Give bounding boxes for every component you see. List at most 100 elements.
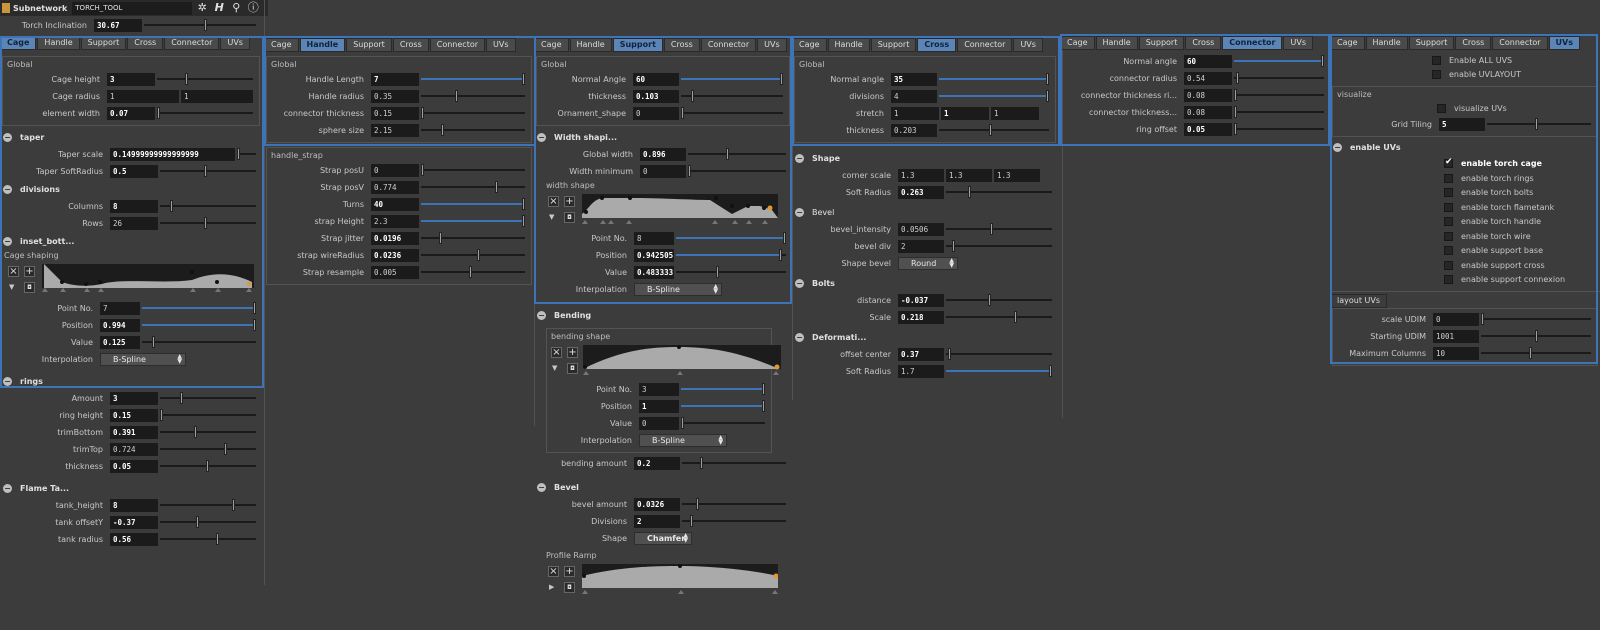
ornament-shape-field[interactable]: 0 [633, 107, 679, 120]
connector-normal-angle-field[interactable]: 60 [1184, 55, 1232, 68]
uv-enable-item[interactable]: enable torch cage [1444, 157, 1600, 172]
tab-connector[interactable]: Connector [1222, 36, 1283, 50]
collapse-icon[interactable]: − [3, 483, 12, 493]
inset-bottom-section[interactable]: − inset_bott... [0, 232, 262, 250]
bending-amount-slider[interactable] [682, 457, 786, 470]
strap-jitter-field[interactable]: 0.0196 [371, 232, 419, 245]
delete-point-icon[interactable]: × [551, 347, 562, 358]
strap-resample-field[interactable]: 0.005 [371, 266, 419, 279]
rows-slider[interactable] [160, 217, 256, 230]
sphere-size-field[interactable]: 2.15 [371, 124, 419, 137]
interpolation-dropdown[interactable]: B-Spline ▲ ▼ [100, 353, 186, 366]
position-slider[interactable] [142, 319, 256, 332]
cage-radius-y-field[interactable]: 1 [181, 90, 253, 103]
trim-bottom-field[interactable]: 0.391 [110, 426, 158, 439]
distance-slider[interactable] [946, 294, 1052, 307]
tab-connector[interactable]: Connector [164, 36, 220, 50]
connector-thickness-field[interactable]: 0.08 [1184, 106, 1232, 119]
collapse-ramp-icon[interactable]: ▼ [552, 364, 557, 372]
info-icon[interactable]: ⓘ [246, 1, 260, 15]
ornament-shape-slider[interactable] [681, 107, 783, 120]
strap-wireradius-field[interactable]: 0.0236 [371, 249, 419, 262]
columns-field[interactable]: 8 [110, 200, 158, 213]
tab-support[interactable]: Support [346, 38, 392, 52]
torch-inclination-field[interactable]: 30.67 [94, 18, 142, 32]
shape-section[interactable]: − Shape [792, 149, 1058, 167]
strap-height-field[interactable]: 2.3 [371, 215, 419, 228]
uv-enable-item[interactable]: enable torch wire [1444, 229, 1600, 244]
maximum-columns-slider[interactable] [1481, 347, 1591, 360]
trim-top-slider[interactable] [160, 443, 256, 456]
deform-soft-radius-field[interactable]: 1.7 [898, 365, 944, 378]
cross-normal-angle-field[interactable]: 35 [891, 73, 937, 86]
collapse-ramp-icon[interactable]: ▼ [9, 283, 14, 291]
value-field[interactable]: 0.125 [100, 336, 140, 349]
thickness-field[interactable]: 0.05 [110, 460, 158, 473]
bend-value-slider[interactable] [681, 417, 765, 430]
collapse-icon[interactable]: − [3, 132, 12, 142]
soft-radius-slider[interactable] [946, 186, 1052, 199]
normal-angle-slider[interactable] [681, 73, 783, 86]
tab-cross[interactable]: Cross [917, 38, 957, 52]
grid-tiling-slider[interactable] [1487, 117, 1591, 131]
uv-enable-checkbox[interactable] [1444, 275, 1453, 285]
tab-layout-uvs[interactable]: layout UVs [1330, 294, 1387, 308]
uv-enable-checkbox[interactable] [1444, 202, 1453, 212]
stretch-y-field[interactable]: 1 [941, 107, 989, 120]
bend-interpolation-dropdown[interactable]: B-Spline ▲ ▼ [639, 434, 727, 447]
collapse-icon[interactable]: − [3, 236, 12, 246]
corner-scale-y-field[interactable]: 1.3 [946, 169, 992, 182]
columns-slider[interactable] [160, 200, 256, 213]
bend-point-no-slider[interactable] [681, 383, 765, 396]
stretch-z-field[interactable]: 1 [991, 107, 1039, 120]
enable-uvlayout-checkbox[interactable] [1432, 70, 1441, 80]
ring-height-slider[interactable] [160, 409, 256, 422]
maximum-columns-field[interactable]: 10 [1433, 347, 1479, 360]
tab-support[interactable]: Support [80, 36, 127, 50]
connector-thickness-slider[interactable] [421, 107, 525, 120]
tab-connector[interactable]: Connector [957, 38, 1013, 52]
tab-uvs[interactable]: UVs [1548, 36, 1580, 50]
global-width-slider[interactable] [688, 148, 786, 161]
thickness-slider[interactable] [160, 460, 256, 473]
value-field[interactable]: 0.483333 [634, 266, 674, 279]
strap-resample-slider[interactable] [421, 266, 525, 279]
torch-inclination-slider[interactable] [144, 18, 256, 32]
tab-handle[interactable]: Handle [37, 36, 80, 50]
tab-cross[interactable]: Cross [1185, 36, 1222, 50]
rows-field[interactable]: 26 [110, 217, 158, 230]
enable-all-uvs-checkbox[interactable] [1432, 55, 1441, 65]
uv-enable-item[interactable]: enable support cross [1444, 258, 1600, 273]
taper-scale-slider[interactable] [237, 148, 256, 161]
collapse-icon[interactable]: − [537, 310, 546, 320]
collapse-icon[interactable]: − [795, 332, 804, 342]
collapse-icon[interactable]: − [537, 132, 546, 142]
handle-radius-slider[interactable] [421, 90, 525, 103]
tab-connector[interactable]: Connector [700, 38, 757, 52]
collapse-ramp-icon[interactable]: ▼ [549, 213, 554, 221]
width-shape-ramp[interactable]: × + ▼ ◘ [548, 194, 788, 228]
tab-cross[interactable]: Cross [127, 36, 164, 50]
amount-field[interactable]: 3 [110, 392, 158, 405]
value-slider[interactable] [676, 266, 786, 279]
tab-handle[interactable]: Handle [299, 38, 346, 52]
ring-offset-slider[interactable] [1234, 123, 1324, 136]
connector-normal-angle-slider[interactable] [1234, 55, 1324, 68]
uv-enable-item[interactable]: enable torch rings [1444, 171, 1600, 186]
bend-position-slider[interactable] [681, 400, 765, 413]
tab-connector[interactable]: Connector [1492, 36, 1548, 50]
point-no-field[interactable]: 8 [634, 232, 674, 245]
normal-angle-field[interactable]: 60 [633, 73, 679, 86]
delete-point-icon[interactable]: × [548, 566, 559, 577]
add-point-icon[interactable]: + [24, 266, 35, 277]
bevel-intensity-slider[interactable] [946, 223, 1052, 236]
support-thickness-slider[interactable] [681, 90, 783, 103]
element-width-field[interactable]: 0.07 [107, 107, 155, 120]
uv-enable-checkbox[interactable] [1444, 246, 1453, 256]
strap-height-slider[interactable] [421, 215, 525, 228]
tab-handle[interactable]: Handle [569, 38, 612, 52]
uv-enable-item[interactable]: enable support connexion [1444, 273, 1600, 288]
taper-softradius-slider[interactable] [160, 165, 256, 178]
tab-handle[interactable]: Handle [1365, 36, 1408, 50]
cage-shaping-ramp[interactable]: × + ▼ ◘ [4, 264, 258, 298]
